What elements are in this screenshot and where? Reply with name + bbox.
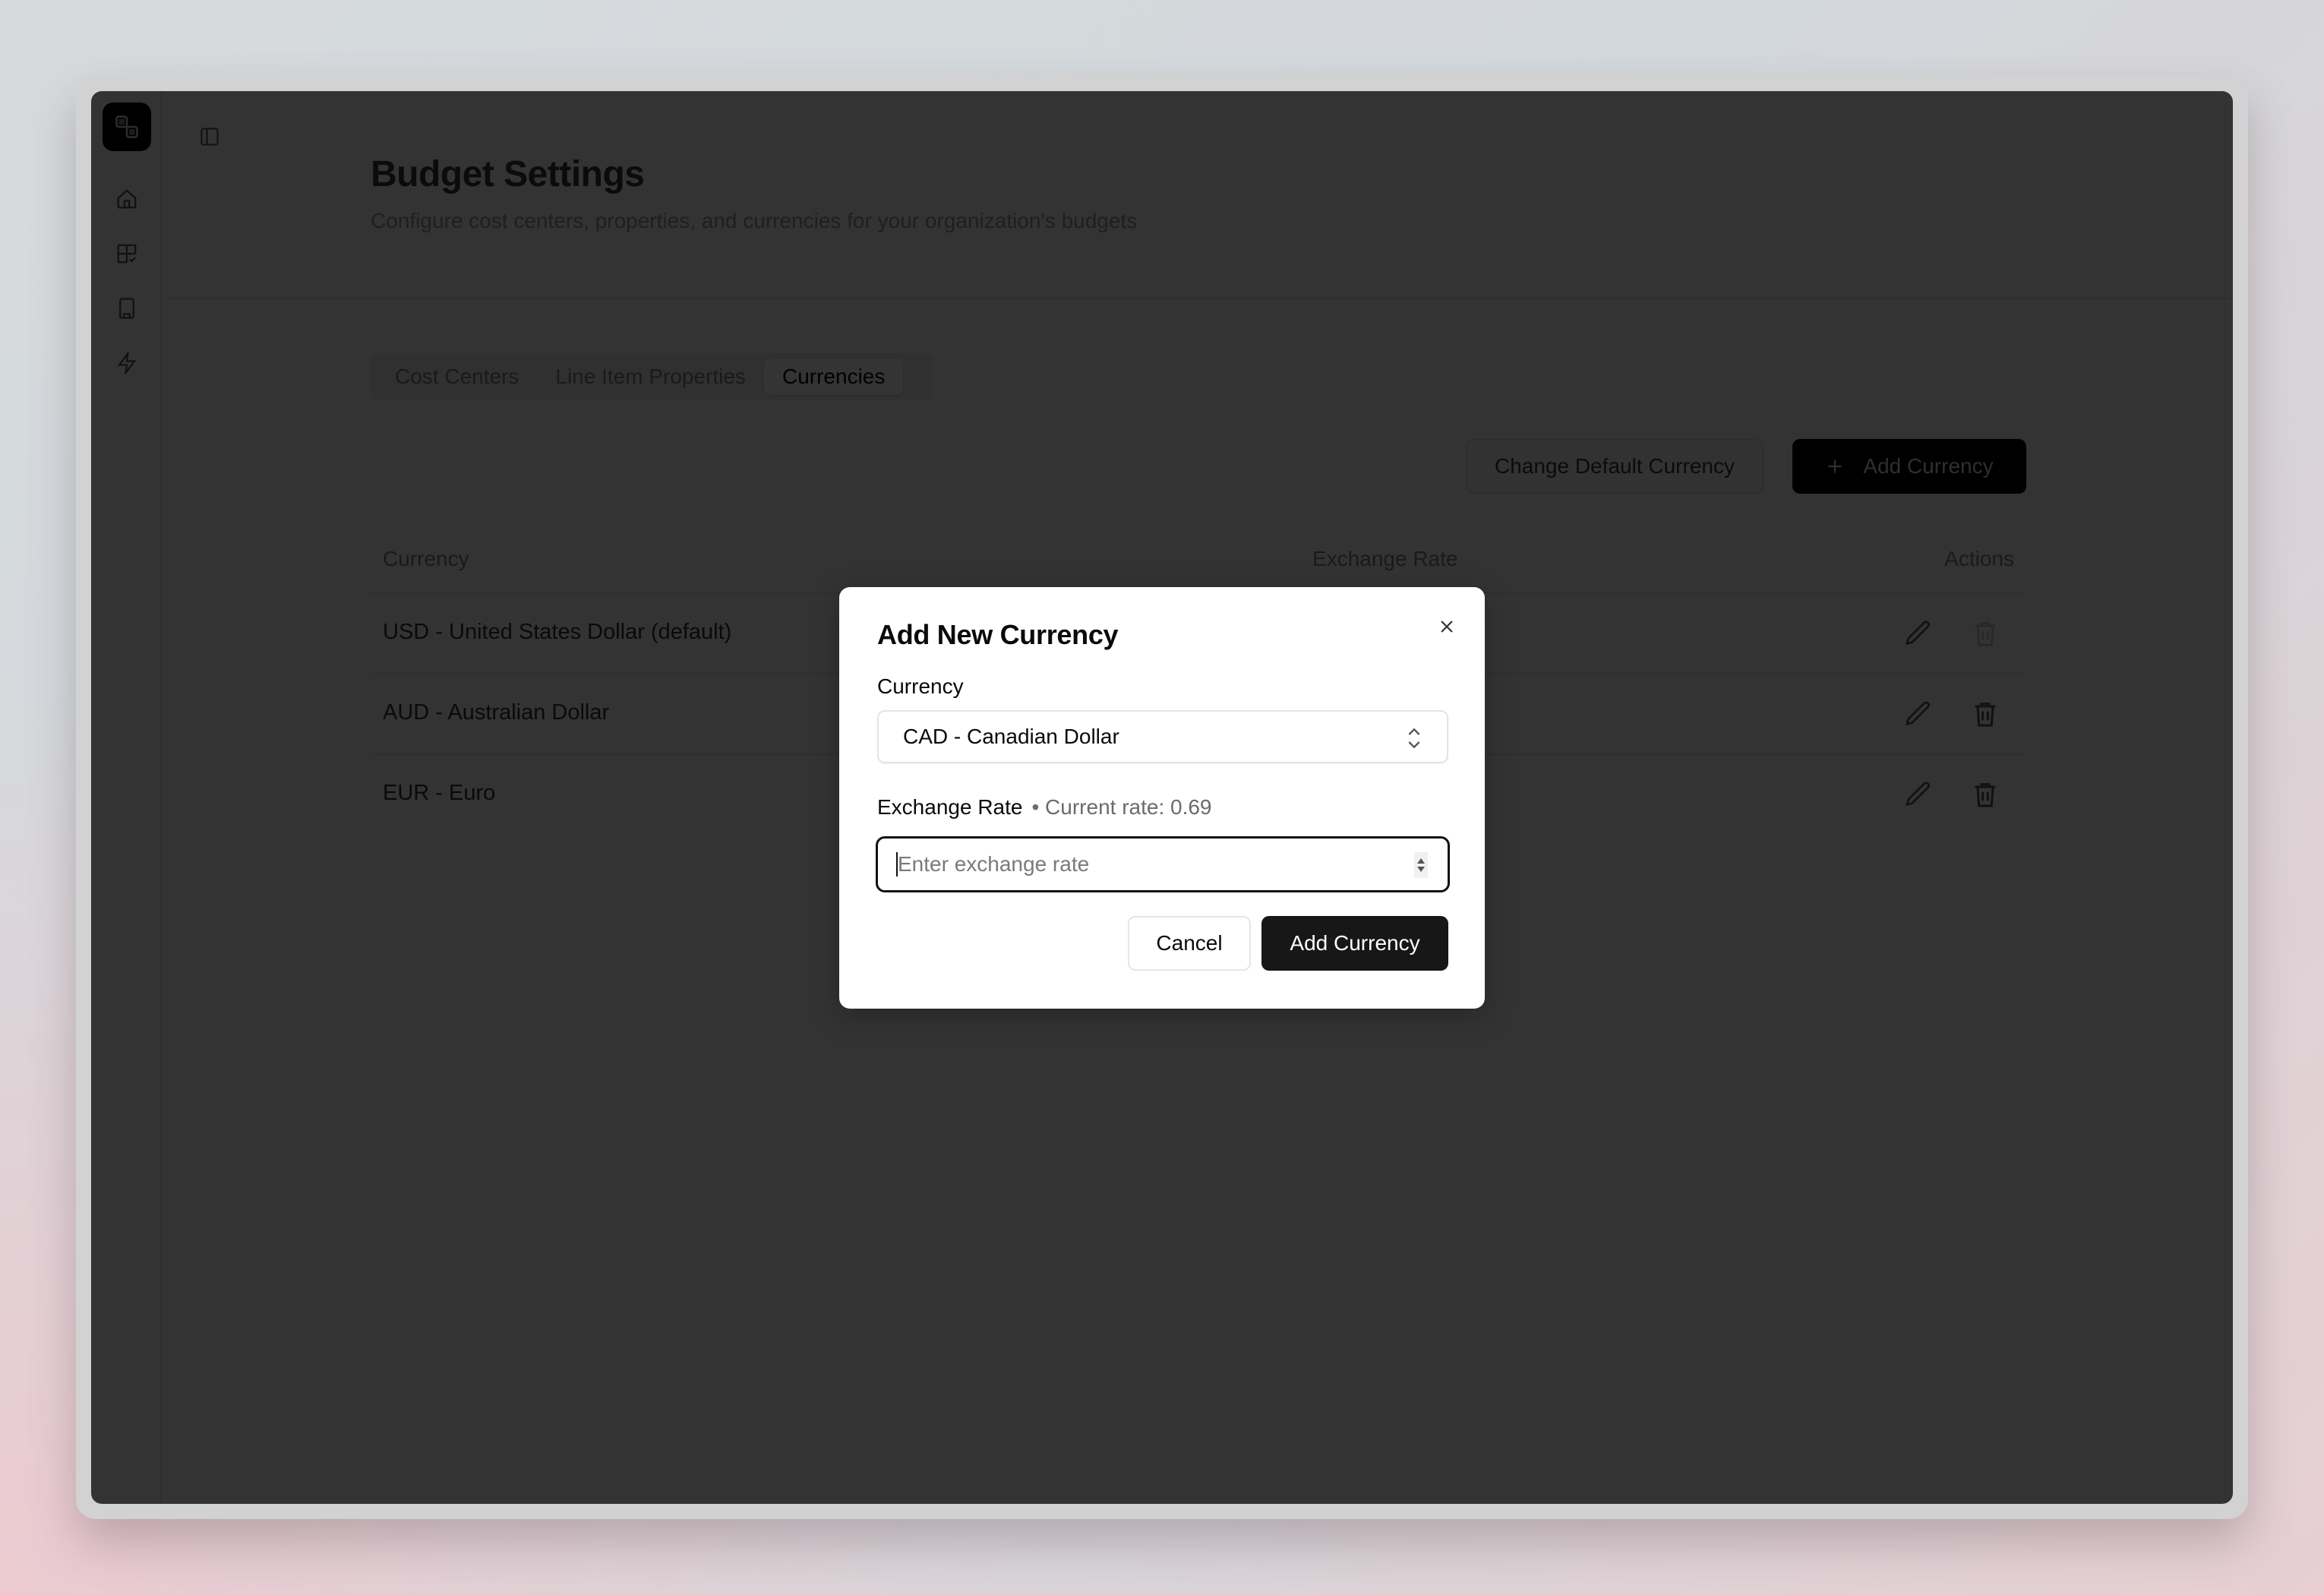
add-currency-label: Add Currency [1863,454,1994,478]
chevron-up-down-icon [1408,728,1420,749]
delete-button[interactable] [1970,699,2000,729]
lightning-icon [117,352,137,374]
column-header-currency: Currency [383,547,469,570]
stepper-up-icon [1417,858,1425,864]
edit-button[interactable] [1903,618,1934,649]
add-currency-button[interactable]: Add Currency [1792,439,2026,494]
submit-add-currency-button[interactable]: Add Currency [1261,916,1448,971]
trash-icon [1975,783,1996,807]
header-divider [162,298,2233,299]
tab-currencies[interactable]: Currencies [763,358,904,395]
dialog-title: Add New Currency [877,619,1119,650]
settings-tabs: Cost Centers Line Item Properties Curren… [371,353,933,400]
exchange-rate-field-label: Exchange Rate • Current rate: 0.69 [877,795,1212,820]
home-icon [117,189,137,209]
sidebar [91,91,162,1504]
tab-cost-centers[interactable]: Cost Centers [377,358,537,395]
close-icon [1441,621,1453,633]
exchange-rate-label: Exchange Rate [877,795,1023,819]
building-icon [119,298,134,319]
exchange-rate-input-wrapper [876,836,1450,892]
currency-name: AUD - Australian Dollar [383,700,610,725]
sidebar-item-home[interactable] [115,187,139,211]
sidebar-item-automations[interactable] [115,351,139,375]
pencil-icon [1906,621,1930,646]
currency-name: EUR - Euro [383,781,496,805]
change-default-currency-button[interactable]: Change Default Currency [1466,439,1764,494]
logo-icon [115,115,138,138]
pencil-icon [1906,782,1930,807]
currency-field-label: Currency [877,674,964,698]
toggle-sidebar-button[interactable] [197,125,222,149]
page-subtitle: Configure cost centers, properties, and … [371,209,1138,232]
pencil-icon [1906,701,1930,726]
column-header-exchange-rate: Exchange Rate [1312,547,1458,570]
exchange-rate-input[interactable] [898,852,1399,876]
edit-button[interactable] [1903,779,1934,810]
number-stepper[interactable] [1414,852,1428,878]
sidebar-item-organization[interactable] [115,296,139,321]
sidebar-panel-icon [201,128,219,146]
page-title: Budget Settings [371,154,645,194]
app-logo[interactable] [103,103,151,151]
column-header-actions: Actions [1944,547,2014,570]
plus-icon [1828,460,1842,473]
close-dialog-button[interactable] [1433,613,1460,640]
currency-name: USD - United States Dollar (default) [383,620,732,644]
stepper-down-icon [1417,867,1425,872]
delete-button[interactable] [1970,779,2000,810]
add-currency-dialog: Add New Currency Currency CAD - Canadian… [839,587,1485,1009]
trash-icon [1975,703,1996,727]
tab-line-item-properties[interactable]: Line Item Properties [537,358,764,395]
delete-button[interactable] [1970,618,2000,649]
grid-check-icon [117,244,137,264]
edit-button[interactable] [1903,699,1934,729]
sidebar-item-budgets[interactable] [115,242,139,266]
cancel-button[interactable]: Cancel [1128,916,1251,971]
current-rate-hint: • Current rate: 0.69 [1031,795,1212,819]
currency-select-value: CAD - Canadian Dollar [903,725,1119,748]
currency-select[interactable]: CAD - Canadian Dollar [877,710,1448,763]
trash-icon [1975,622,1996,646]
